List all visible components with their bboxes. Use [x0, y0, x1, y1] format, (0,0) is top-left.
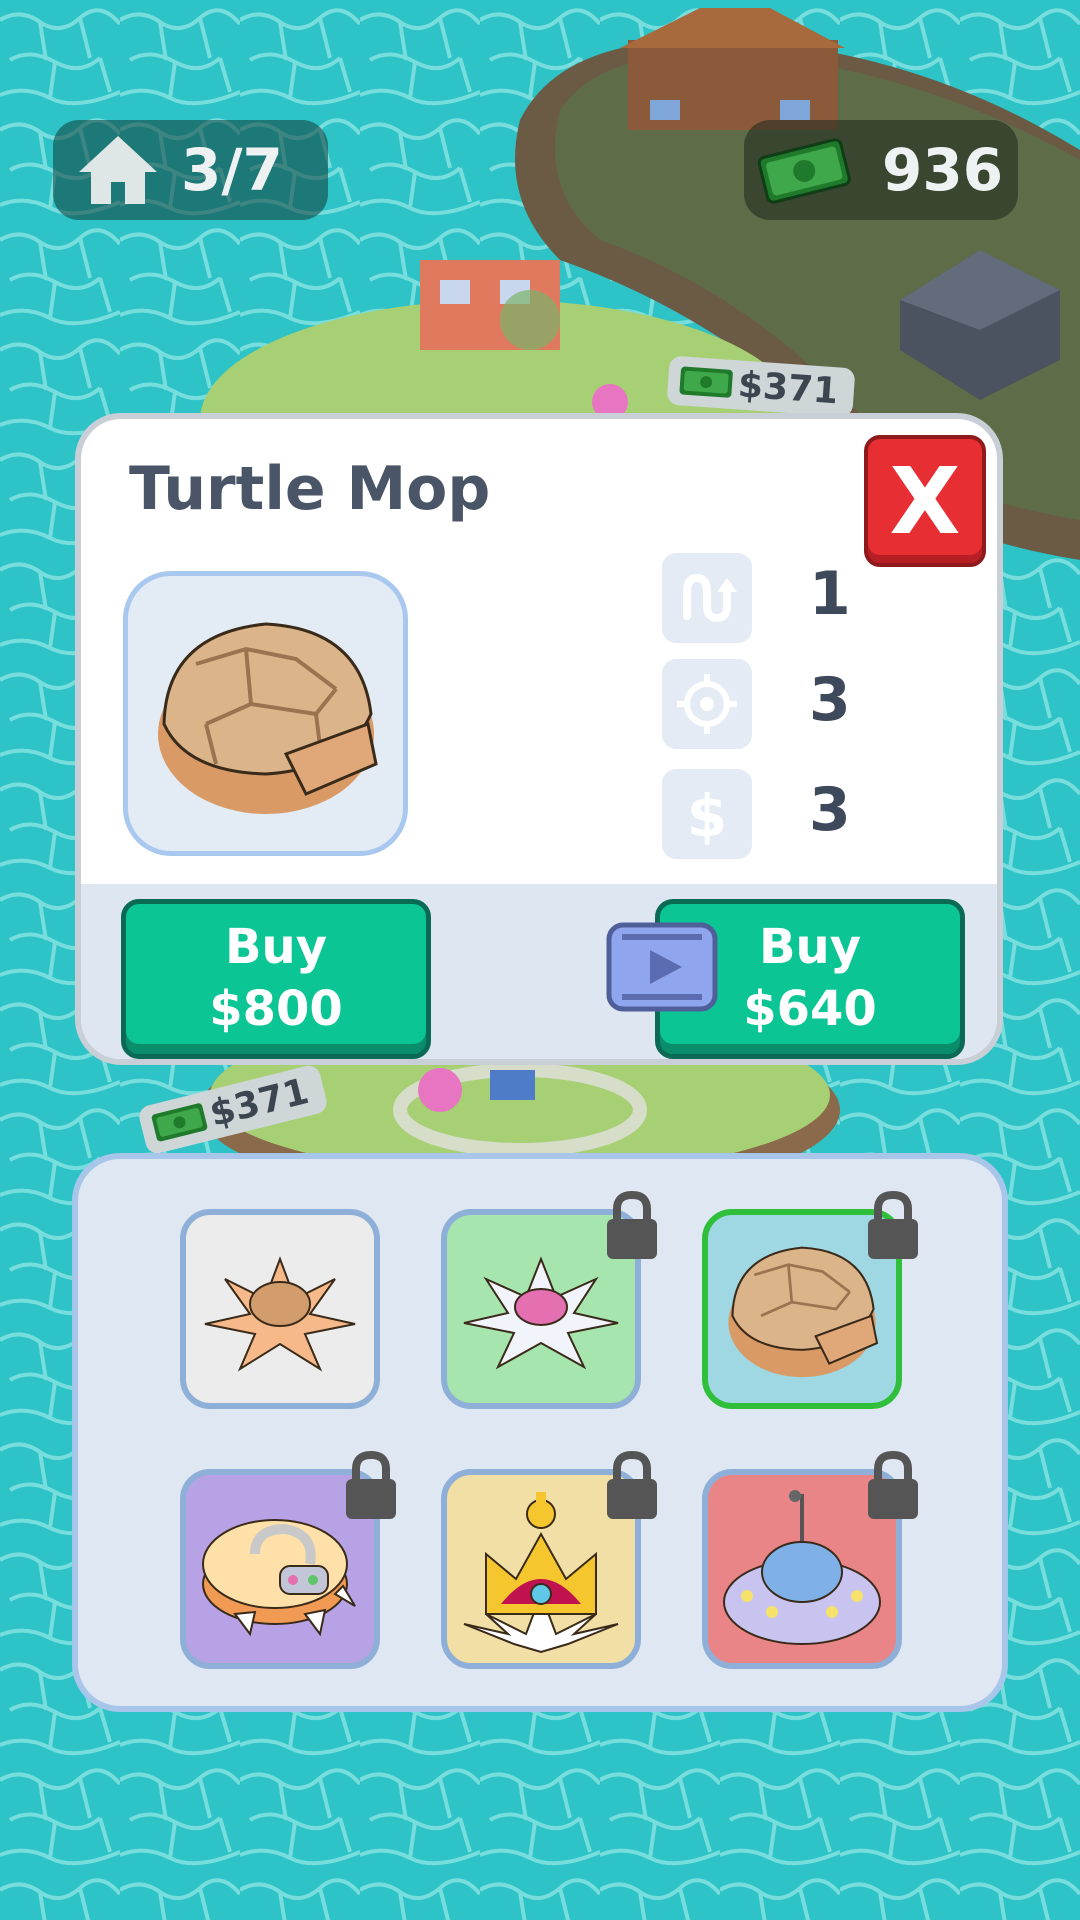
- target-icon: [677, 674, 737, 734]
- lock-icon: [868, 1190, 918, 1259]
- lock-icon: [868, 1450, 918, 1519]
- item-detail-popup: Turtle Mop X 1 3 $ 3 Buy $800 Buy $640: [75, 413, 1003, 1065]
- money-amount: 936: [882, 136, 1004, 204]
- buy-button-label: Buy: [224, 919, 328, 975]
- item-daisy-mop[interactable]: [441, 1190, 657, 1409]
- houses-count: 3/7: [181, 136, 283, 204]
- cash-icon: [151, 1103, 208, 1142]
- ufo-mop-image: [723, 1490, 881, 1645]
- dollar-icon: $: [687, 782, 727, 846]
- item-preview: [123, 571, 408, 856]
- path-arrow-icon: [683, 573, 737, 623]
- item-crown-mop[interactable]: [441, 1450, 657, 1669]
- buy-button[interactable]: Buy $800: [121, 899, 431, 1059]
- peach-mop-image: [204, 1256, 356, 1372]
- buy-button-price: $800: [209, 981, 343, 1037]
- crown-mop-image: [463, 1492, 619, 1654]
- lock-icon: [607, 1450, 657, 1519]
- close-button[interactable]: X: [864, 435, 986, 567]
- popup-title: Turtle Mop: [129, 454, 491, 524]
- stat-value: 3: [809, 665, 851, 735]
- turtle-mop-image: [728, 1246, 879, 1378]
- item-robot-mop[interactable]: [180, 1450, 396, 1669]
- item-peach-mop[interactable]: [180, 1209, 380, 1409]
- lock-icon: [607, 1190, 657, 1259]
- earning-amount: $371: [736, 364, 840, 413]
- home-icon: [77, 134, 159, 206]
- speed-stat-icon: [662, 553, 752, 643]
- stat-value: 1: [809, 559, 851, 629]
- stat-value: 3: [809, 775, 851, 845]
- range-stat-icon: [662, 659, 752, 749]
- item-ufo-mop[interactable]: [702, 1450, 918, 1669]
- video-ad-icon: [606, 922, 718, 1012]
- svg-text:$: $: [687, 782, 727, 846]
- item-selection-grid: [72, 1153, 1008, 1712]
- money-counter: 936: [744, 120, 1018, 220]
- robot-mop-image: [202, 1519, 356, 1637]
- income-stat-icon: $: [662, 769, 752, 859]
- daisy-mop-image: [463, 1256, 619, 1370]
- lock-icon: [346, 1450, 396, 1519]
- turtle-shell-image: [157, 621, 378, 814]
- cash-icon: [754, 134, 854, 206]
- houses-counter: 3/7: [53, 120, 328, 220]
- item-turtle-mop[interactable]: [702, 1190, 918, 1409]
- cash-icon: [679, 366, 733, 398]
